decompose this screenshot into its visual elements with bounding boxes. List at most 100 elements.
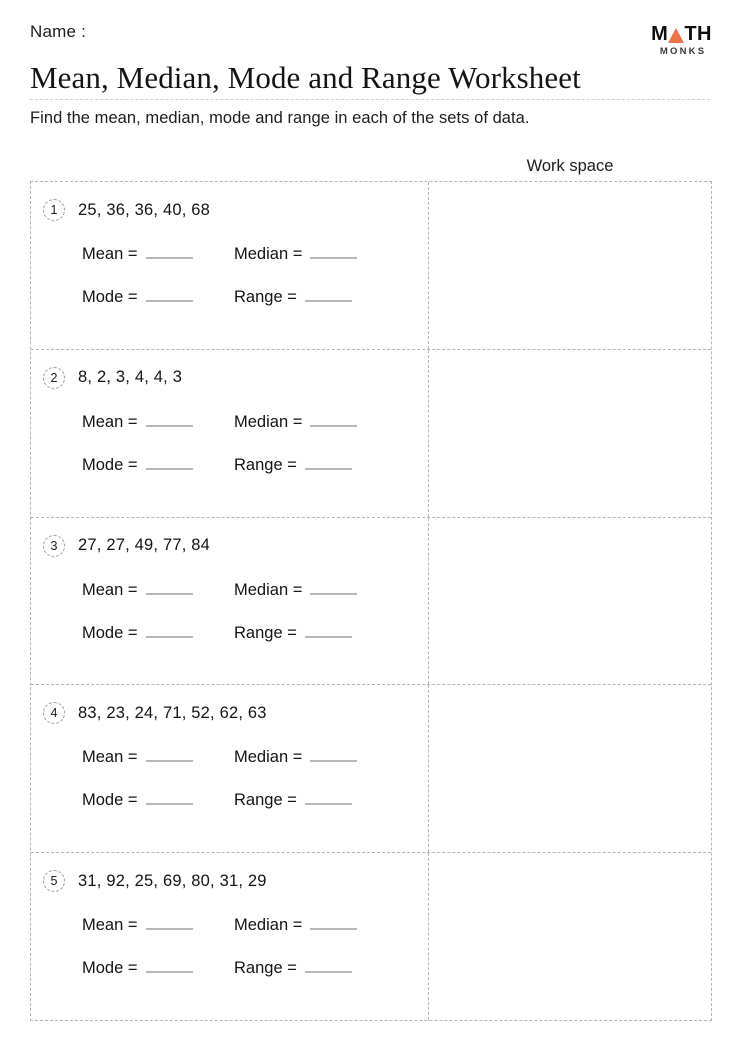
range-label: Range = xyxy=(234,959,297,978)
mean-input-blank[interactable] xyxy=(145,243,193,259)
mean-input-blank[interactable] xyxy=(145,914,193,931)
answer-area: Mean = Median = Mode = Range = xyxy=(31,746,428,811)
answer-line-mean-median: Mean = Median = xyxy=(82,914,428,936)
logo-subtext: MONKS xyxy=(659,46,707,57)
problem-cell: 4 83, 23, 24, 71, 52, 62, 63 Mean = Medi… xyxy=(31,685,429,853)
workspace-cell[interactable] xyxy=(429,853,711,1020)
median-input-blank[interactable] xyxy=(310,243,358,259)
mode-input-blank[interactable] xyxy=(145,286,193,302)
answer-line-mode-range: Mode = Range = xyxy=(82,454,428,476)
logo-text-before: M xyxy=(651,23,669,45)
range-input-blank[interactable] xyxy=(304,622,352,638)
workspace-cell[interactable] xyxy=(429,685,711,852)
range-input-blank[interactable] xyxy=(304,957,352,974)
mode-input-blank[interactable] xyxy=(145,957,193,974)
median-answer: Median = xyxy=(234,243,358,264)
answer-area: Mean = Median = Mode = Range = xyxy=(31,579,428,644)
mode-label: Mode = xyxy=(82,959,138,978)
answer-line-mode-range: Mode = Range = xyxy=(82,789,428,811)
mean-label: Mean = xyxy=(82,412,138,431)
mean-input-blank[interactable] xyxy=(145,746,193,763)
workspace-cell[interactable] xyxy=(429,350,711,517)
mode-label: Mode = xyxy=(82,791,138,810)
mode-answer: Mode = xyxy=(82,286,234,307)
problem-number-badge: 1 xyxy=(43,199,65,221)
range-label: Range = xyxy=(234,623,297,642)
triangle-icon xyxy=(668,28,685,43)
workspace-cell[interactable] xyxy=(429,182,711,349)
name-field-label: Name : xyxy=(30,22,86,41)
mean-answer: Mean = xyxy=(82,746,234,767)
logo-text-after: TH xyxy=(684,23,712,45)
answer-line-mean-median: Mean = Median = xyxy=(82,411,428,433)
math-monks-logo: M TH MONKS xyxy=(651,24,712,57)
range-input-blank[interactable] xyxy=(304,286,352,302)
title-divider xyxy=(30,99,710,100)
median-input-blank[interactable] xyxy=(310,914,358,931)
mode-answer: Mode = xyxy=(82,622,234,643)
problem-cell: 1 25, 36, 36, 40, 68 Mean = Median = Mod… xyxy=(31,182,429,349)
page-title: Mean, Median, Mode and Range Worksheet xyxy=(30,60,581,95)
mean-input-blank[interactable] xyxy=(145,579,193,595)
mode-label: Mode = xyxy=(82,288,138,306)
mean-answer: Mean = xyxy=(82,579,234,600)
range-input-blank[interactable] xyxy=(304,454,352,470)
problem-number-badge: 2 xyxy=(43,366,65,389)
mode-input-blank[interactable] xyxy=(145,454,193,470)
problem-header: 5 31, 92, 25, 69, 80, 31, 29 xyxy=(31,870,428,893)
workspace-cell[interactable] xyxy=(429,518,711,685)
mode-label: Mode = xyxy=(82,623,138,642)
median-label: Median = xyxy=(234,580,303,599)
mean-answer: Mean = xyxy=(82,243,234,264)
problem-header: 1 25, 36, 36, 40, 68 xyxy=(31,199,428,221)
problem-number-badge: 4 xyxy=(43,702,65,725)
problem-cell: 2 8, 2, 3, 4, 4, 3 Mean = Median = Mode … xyxy=(31,349,429,517)
range-label: Range = xyxy=(234,791,297,810)
range-input-blank[interactable] xyxy=(304,789,352,806)
answer-line-mean-median: Mean = Median = xyxy=(82,243,428,265)
problem-dataset: 8, 2, 3, 4, 4, 3 xyxy=(78,368,183,387)
problem-cell: 3 27, 27, 49, 77, 84 Mean = Median = Mod… xyxy=(31,517,429,685)
median-input-blank[interactable] xyxy=(310,746,358,763)
answer-line-mean-median: Mean = Median = xyxy=(82,579,428,601)
median-answer: Median = xyxy=(234,579,358,600)
median-label: Median = xyxy=(234,245,303,263)
mean-label: Mean = xyxy=(82,245,138,263)
problem-header: 3 27, 27, 49, 77, 84 xyxy=(31,534,428,557)
mean-answer: Mean = xyxy=(82,914,234,935)
problem-dataset: 83, 23, 24, 71, 52, 62, 63 xyxy=(78,703,267,722)
mean-input-blank[interactable] xyxy=(145,411,193,427)
range-label: Range = xyxy=(234,288,297,306)
problem-number-badge: 3 xyxy=(43,534,65,557)
median-input-blank[interactable] xyxy=(310,411,358,427)
median-answer: Median = xyxy=(234,411,358,432)
problem-row: 1 25, 36, 36, 40, 68 Mean = Median = Mod… xyxy=(31,182,711,350)
median-label: Median = xyxy=(234,748,303,767)
logo-wordmark: M TH xyxy=(651,24,712,44)
range-answer: Range = xyxy=(234,286,352,307)
problem-dataset: 27, 27, 49, 77, 84 xyxy=(78,536,211,555)
mean-answer: Mean = xyxy=(82,411,234,432)
problem-dataset: 31, 92, 25, 69, 80, 31, 29 xyxy=(78,871,267,890)
workspace-column-header: Work space xyxy=(526,157,614,175)
problem-row: 5 31, 92, 25, 69, 80, 31, 29 Mean = Medi… xyxy=(31,853,711,1020)
mean-label: Mean = xyxy=(82,748,138,767)
problem-dataset: 25, 36, 36, 40, 68 xyxy=(78,200,211,219)
mode-input-blank[interactable] xyxy=(145,622,193,638)
mode-label: Mode = xyxy=(82,455,138,474)
range-answer: Range = xyxy=(234,622,352,643)
mode-answer: Mode = xyxy=(82,789,234,810)
mode-input-blank[interactable] xyxy=(145,789,193,806)
median-label: Median = xyxy=(234,412,303,431)
page-header: Name : M TH MONKS Mean, Median, Mode and … xyxy=(30,22,712,128)
answer-line-mean-median: Mean = Median = xyxy=(82,746,428,768)
range-label: Range = xyxy=(234,455,297,474)
median-input-blank[interactable] xyxy=(310,579,358,595)
answer-area: Mean = Median = Mode = Range = xyxy=(31,914,428,979)
problem-row: 3 27, 27, 49, 77, 84 Mean = Median = Mod… xyxy=(31,517,711,686)
worksheet-grid: 1 25, 36, 36, 40, 68 Mean = Median = Mod… xyxy=(30,181,712,1021)
mean-label: Mean = xyxy=(82,580,138,599)
mean-label: Mean = xyxy=(82,916,138,935)
range-answer: Range = xyxy=(234,454,352,475)
median-answer: Median = xyxy=(234,914,358,935)
